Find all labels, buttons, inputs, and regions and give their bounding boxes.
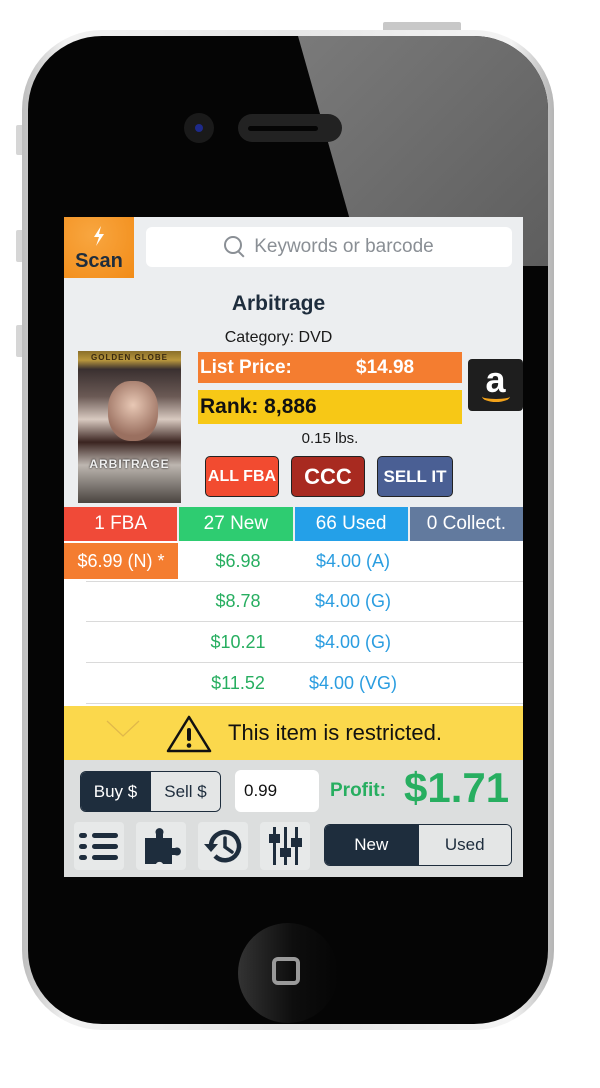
all-fba-button[interactable]: ALL FBA: [205, 456, 279, 497]
restriction-text: This item is restricted.: [228, 720, 442, 745]
product-category: Category: DVD: [224, 329, 333, 346]
condition-used-option[interactable]: Used: [417, 825, 511, 865]
sales-rank: Rank: 8,886: [198, 390, 462, 424]
ccc-button[interactable]: CCC: [291, 456, 365, 497]
offer-tabs: 1 FBA 27 New 66 Used 0 Collect.: [64, 507, 523, 541]
history-button[interactable]: [198, 822, 248, 870]
new-offer[interactable]: $11.52: [181, 663, 295, 703]
product-weight: 0.15 lbs.: [301, 430, 359, 447]
sell-price-option[interactable]: Sell $: [150, 772, 220, 811]
tab-collectible[interactable]: 0 Collect.: [409, 507, 523, 541]
search-placeholder: Keywords or barcode: [254, 236, 434, 257]
used-offer[interactable]: $4.00 (A): [295, 541, 411, 581]
puzzle-icon: [145, 828, 181, 864]
scan-button[interactable]: Scan: [64, 217, 134, 278]
condition-toggle: New Used: [324, 824, 512, 866]
warning-icon: [166, 715, 212, 753]
offer-row: $11.52 $4.00 (VG): [86, 663, 523, 704]
tab-new[interactable]: 27 New: [179, 507, 295, 541]
cover-title-text: ARBITRAGE: [89, 457, 170, 471]
list-price-value: $14.98: [356, 356, 415, 378]
buy-sell-toggle: Buy $ Sell $: [80, 771, 221, 812]
fba-offer[interactable]: $6.99 (N) *: [64, 543, 178, 579]
app-screen: Scan Keywords or barcode Arbitrage Categ…: [64, 217, 523, 877]
list-button[interactable]: [74, 822, 124, 870]
used-offer[interactable]: $4.00 (G): [295, 581, 411, 621]
list-icon: [79, 833, 118, 860]
cover-portrait: [108, 381, 158, 441]
buy-price-option[interactable]: Buy $: [81, 772, 150, 811]
search-icon: [224, 236, 243, 254]
offers-list: $6.99 (N) * $6.98 $4.00 (A) $8.78 $4.00 …: [64, 541, 523, 706]
price-input[interactable]: [235, 770, 319, 812]
search-input[interactable]: Keywords or barcode: [146, 227, 512, 267]
sleep-button: [383, 22, 461, 30]
profit-value: $1.71: [404, 764, 510, 811]
history-icon: [204, 829, 242, 863]
new-offer[interactable]: $10.21: [181, 622, 295, 662]
scan-label: Scan: [75, 249, 123, 272]
tab-fba[interactable]: 1 FBA: [64, 507, 180, 541]
condition-new-option[interactable]: New: [325, 825, 418, 865]
list-price-label: List Price:: [200, 356, 292, 378]
lightning-bolt-icon: [92, 225, 106, 250]
offer-row: $8.78 $4.00 (G): [86, 581, 523, 622]
product-title: Arbitrage: [231, 292, 326, 315]
cover-top-text: GOLDEN GLOBE: [91, 353, 168, 362]
home-square-icon: [272, 957, 300, 985]
bottom-toolbar: Buy $ Sell $ Profit: $1.71: [64, 760, 523, 877]
restriction-banner[interactable]: This item is restricted.: [64, 706, 523, 760]
profit-label: Profit:: [330, 780, 386, 801]
amazon-smile-icon: [481, 391, 510, 402]
new-offer[interactable]: $6.98: [181, 541, 295, 581]
home-button[interactable]: [238, 923, 338, 1023]
list-price-bar: List Price: $14.98: [198, 352, 462, 383]
offer-row: $10.21 $4.00 (G): [86, 622, 523, 663]
sell-it-button[interactable]: SELL IT: [377, 456, 453, 497]
amazon-button[interactable]: a: [468, 359, 523, 411]
chevron-down-icon[interactable]: [106, 720, 140, 738]
offer-row: $6.99 (N) * $6.98 $4.00 (A): [64, 541, 523, 582]
settings-button[interactable]: [260, 822, 310, 870]
used-offer[interactable]: $4.00 (G): [295, 622, 411, 662]
earpiece-speaker: [238, 114, 342, 142]
tab-used[interactable]: 66 Used: [294, 507, 410, 541]
sliders-icon: [269, 827, 302, 865]
extensions-button[interactable]: [136, 822, 186, 870]
front-camera: [184, 113, 214, 143]
new-offer[interactable]: $8.78: [181, 581, 295, 621]
product-cover-image[interactable]: GOLDEN GLOBE ARBITRAGE: [78, 351, 181, 503]
used-offer[interactable]: $4.00 (VG): [295, 663, 411, 703]
